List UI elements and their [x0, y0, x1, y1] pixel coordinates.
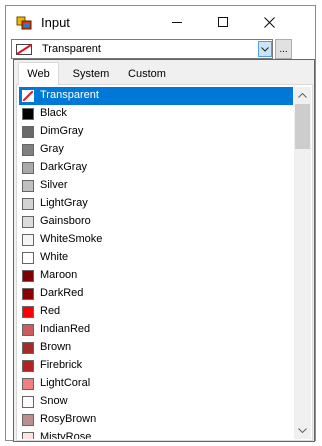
- color-list-item[interactable]: White: [19, 249, 293, 267]
- color-list-item[interactable]: LightGray: [19, 195, 293, 213]
- color-list-item[interactable]: WhiteSmoke: [19, 231, 293, 249]
- color-name: LightCoral: [40, 377, 91, 389]
- color-name: Gray: [40, 143, 64, 155]
- color-swatch: [22, 306, 34, 318]
- color-swatch: [22, 432, 34, 439]
- color-list-item[interactable]: Gainsboro: [19, 213, 293, 231]
- color-swatch: [22, 360, 34, 372]
- color-swatch: [22, 234, 34, 246]
- transparent-swatch-icon: [16, 44, 32, 55]
- minimize-icon: [172, 21, 182, 23]
- color-name: Firebrick: [40, 359, 83, 371]
- color-name: DarkRed: [40, 287, 84, 299]
- color-swatch: [22, 162, 34, 174]
- ellipsis-button[interactable]: ...: [275, 39, 292, 59]
- color-name: MistyRose: [40, 431, 92, 439]
- color-list-item[interactable]: IndianRed: [19, 321, 293, 339]
- color-list-item[interactable]: MistyRose: [19, 429, 293, 439]
- color-list-item[interactable]: Red: [19, 303, 293, 321]
- combo-value: Transparent: [42, 43, 101, 55]
- window-title: Input: [41, 15, 70, 30]
- color-name: LightGray: [40, 197, 88, 209]
- color-swatch: [22, 216, 34, 228]
- maximize-button[interactable]: [200, 6, 246, 38]
- color-swatch: [22, 126, 34, 138]
- color-list-item[interactable]: RosyBrown: [19, 411, 293, 429]
- chevron-down-icon: [261, 46, 269, 52]
- color-list-item[interactable]: Brown: [19, 339, 293, 357]
- color-swatch: [22, 108, 34, 120]
- tab-web[interactable]: Web: [18, 62, 59, 85]
- color-name: Snow: [40, 395, 68, 407]
- color-name: White: [40, 251, 69, 263]
- color-combobox[interactable]: Transparent: [11, 39, 273, 59]
- chevron-down-icon: [298, 428, 307, 433]
- title-bar[interactable]: Input: [6, 6, 315, 38]
- scroll-thumb[interactable]: [295, 104, 310, 149]
- color-name: Maroon: [40, 269, 78, 281]
- color-list-item[interactable]: DimGray: [19, 123, 293, 141]
- close-button[interactable]: [246, 6, 292, 38]
- web-colors-panel: Transparent Black DimGray Gray DarkGray Silve…: [16, 84, 313, 441]
- color-name: Brown: [40, 341, 72, 353]
- color-list-item[interactable]: Firebrick: [19, 357, 293, 375]
- color-swatch: [22, 396, 34, 408]
- color-list-item[interactable]: Black: [19, 105, 293, 123]
- color-swatch: [22, 270, 34, 282]
- color-name: DarkGray: [40, 161, 88, 173]
- dropdown-button[interactable]: [258, 41, 272, 57]
- color-list[interactable]: Transparent Black DimGray Gray DarkGray Silve…: [19, 87, 293, 439]
- app-icon: [16, 15, 32, 31]
- color-swatch: [22, 198, 34, 210]
- chevron-up-icon: [298, 93, 307, 98]
- color-swatch: [22, 324, 34, 336]
- scroll-down-button[interactable]: [294, 422, 311, 439]
- maximize-icon: [218, 17, 228, 27]
- color-name: WhiteSmoke: [40, 233, 103, 245]
- tab-custom[interactable]: Custom: [120, 64, 174, 84]
- color-name: DimGray: [40, 125, 84, 137]
- color-swatch: [22, 288, 34, 300]
- color-name: IndianRed: [40, 323, 91, 335]
- color-list-item[interactable]: Snow: [19, 393, 293, 411]
- color-swatch: [22, 414, 34, 426]
- vertical-scrollbar[interactable]: [294, 87, 311, 439]
- color-name: Black: [40, 107, 67, 119]
- minimize-button[interactable]: [154, 6, 200, 38]
- scroll-up-button[interactable]: [294, 87, 311, 104]
- color-list-item[interactable]: Gray: [19, 141, 293, 159]
- color-swatch: [22, 378, 34, 390]
- color-dropdown-popup: Web System Custom Transparent Black DimGra…: [13, 59, 315, 442]
- tab-system[interactable]: System: [63, 64, 119, 84]
- color-name: Silver: [40, 179, 68, 191]
- color-name: Red: [40, 305, 61, 317]
- color-name: Transparent: [40, 89, 99, 101]
- color-list-item[interactable]: Maroon: [19, 267, 293, 285]
- close-icon: [263, 16, 275, 28]
- color-swatch: [22, 180, 34, 192]
- color-swatch: [22, 252, 34, 264]
- input-window: Input Transparent ... Web System Custom …: [5, 5, 316, 442]
- color-swatch: [22, 144, 34, 156]
- color-list-item[interactable]: DarkRed: [19, 285, 293, 303]
- color-swatch: [22, 342, 34, 354]
- color-list-item[interactable]: LightCoral: [19, 375, 293, 393]
- color-list-item[interactable]: DarkGray: [19, 159, 293, 177]
- color-list-item[interactable]: Transparent: [19, 87, 293, 105]
- color-name: Gainsboro: [40, 215, 91, 227]
- transparent-swatch-icon: [22, 90, 34, 102]
- color-name: RosyBrown: [40, 413, 97, 425]
- tab-strip: Web System Custom: [16, 62, 312, 85]
- color-list-item[interactable]: Silver: [19, 177, 293, 195]
